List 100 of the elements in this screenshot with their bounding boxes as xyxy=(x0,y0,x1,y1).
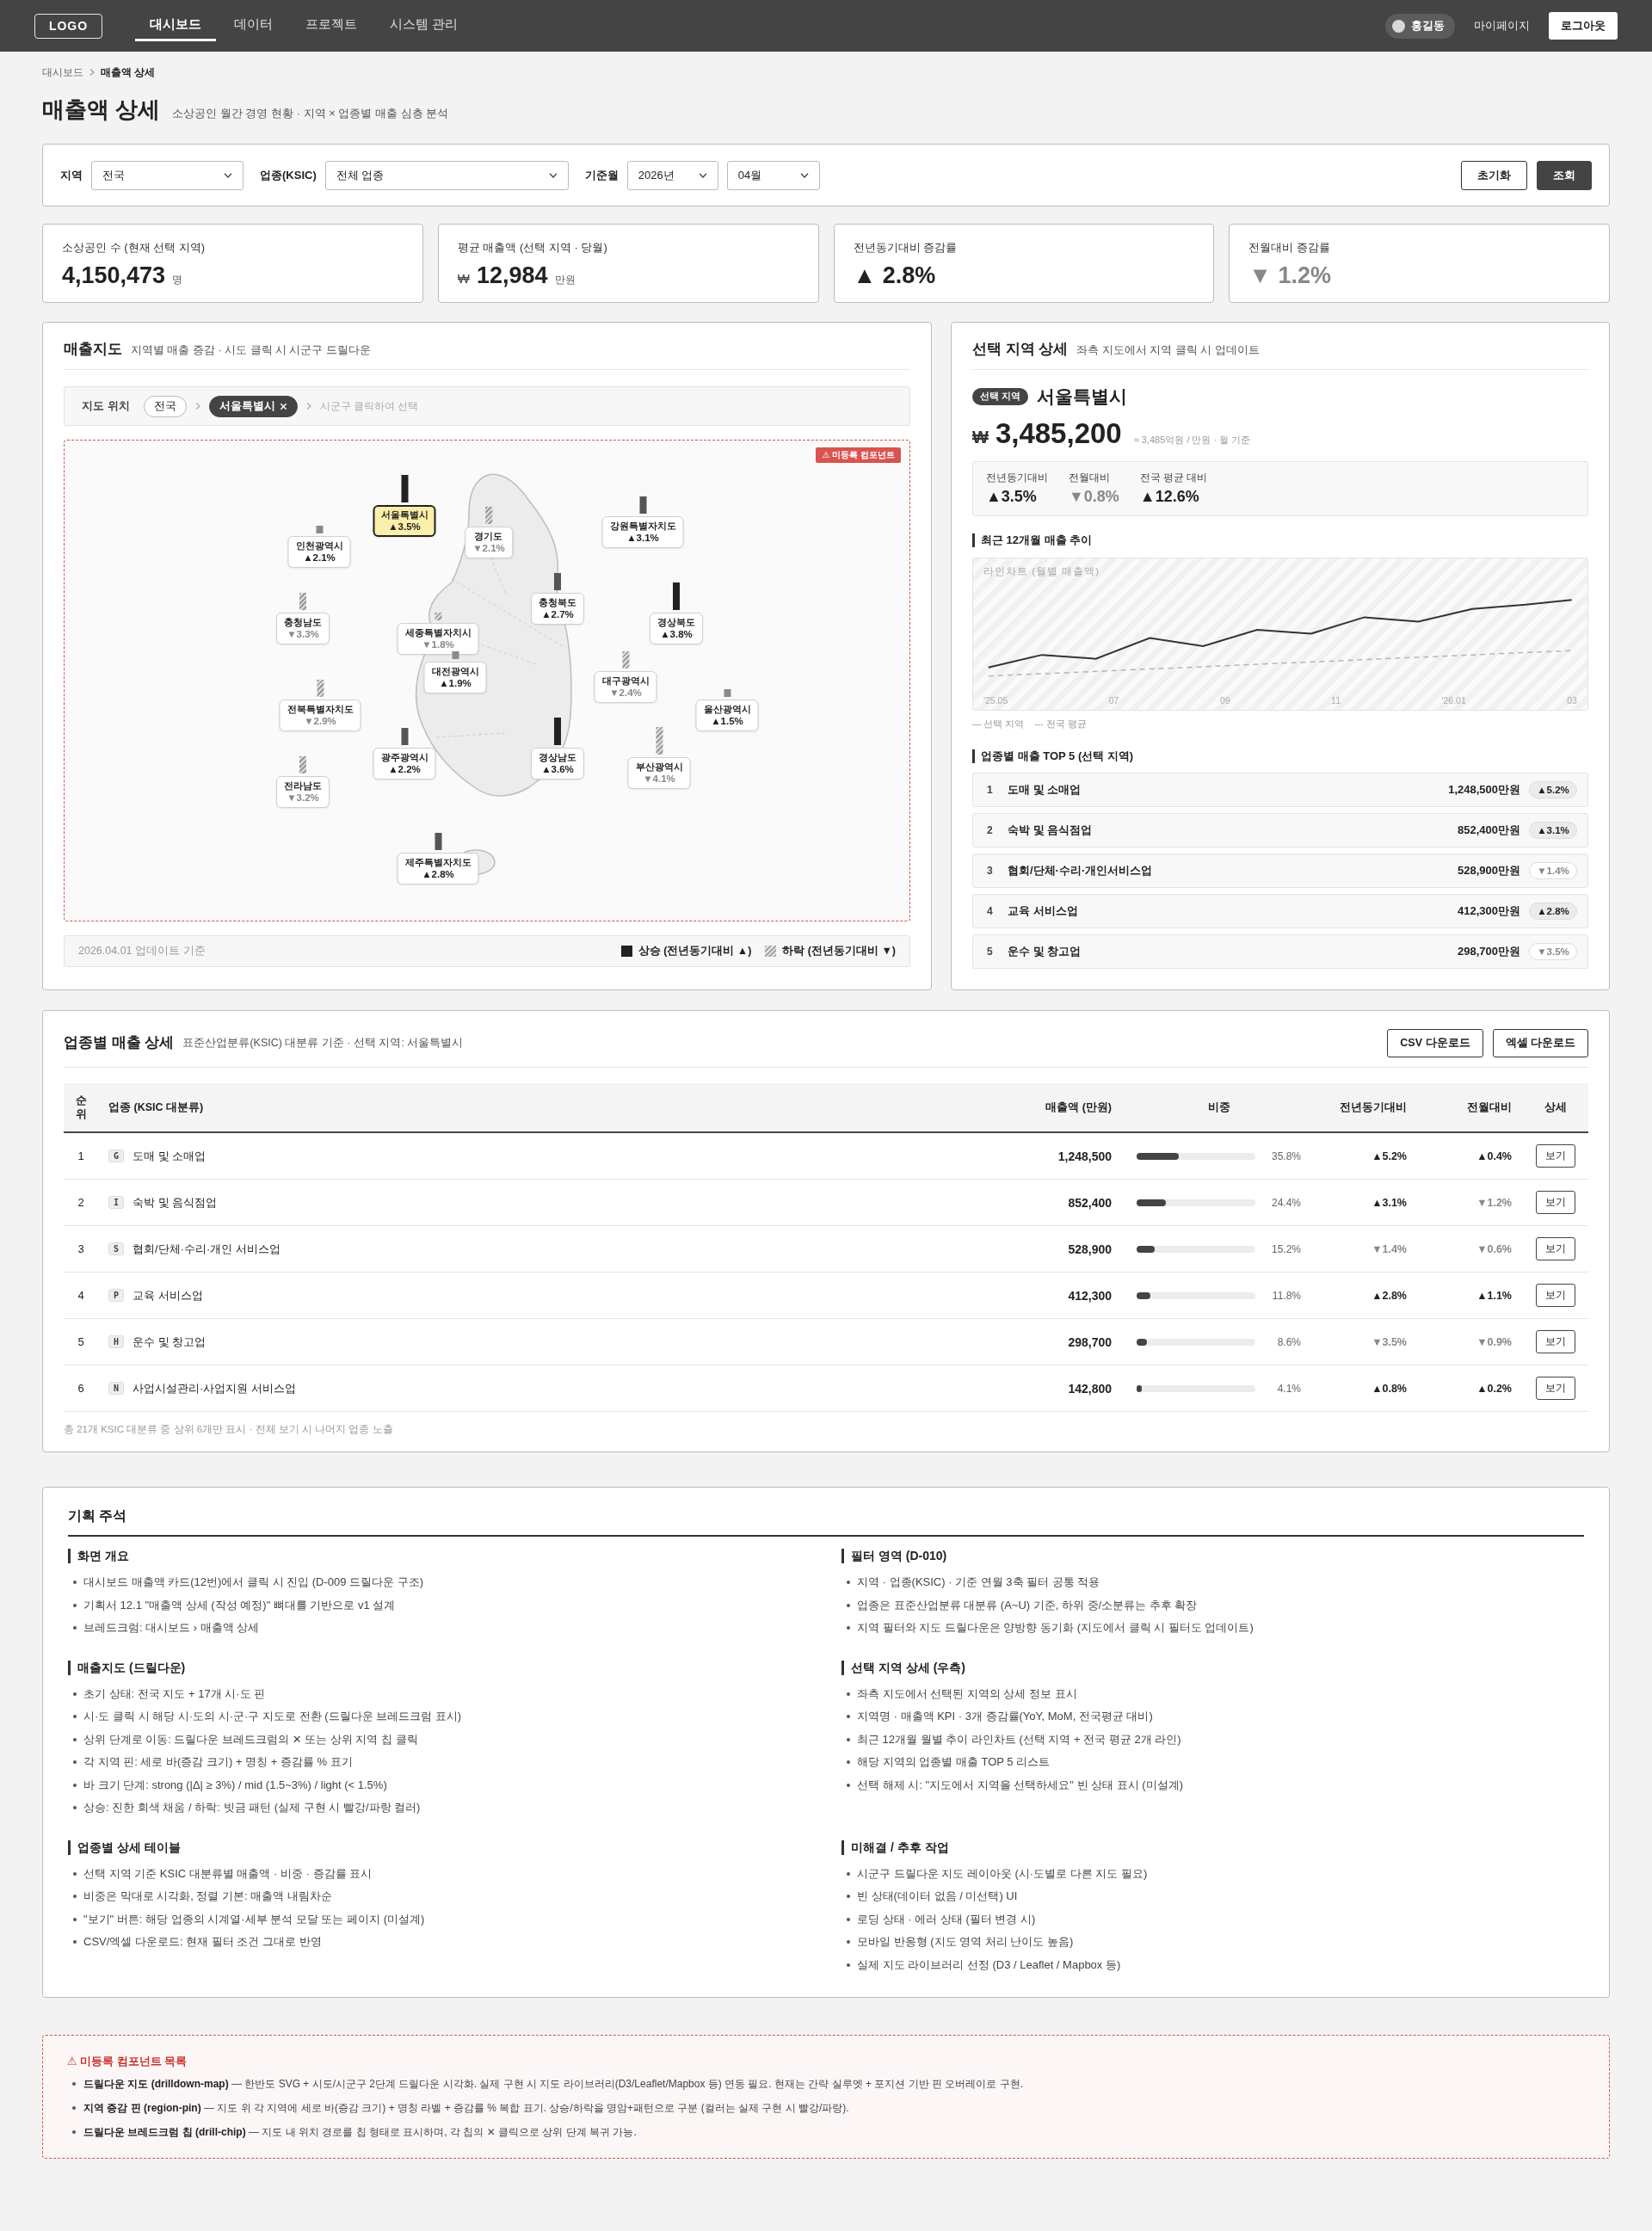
industry-code-tag: P xyxy=(108,1289,125,1302)
breadcrumb-link[interactable]: 대시보드 xyxy=(42,65,83,80)
note-text: 상승: 진한 회색 채움 / 하락: 빗금 패턴 (실제 구현 시 빨강/파랑 컬러) xyxy=(83,1800,421,1816)
column-header: 전월대비 xyxy=(1417,1083,1522,1132)
note-text: 업종은 표준산업분류 대분류 (A~U) 기준, 하위 중/소분류는 추후 확장 xyxy=(857,1597,1198,1613)
bullet-icon xyxy=(73,1783,77,1787)
region-pin[interactable]: 전라남도 ▼3.2% xyxy=(276,776,330,808)
region-pin[interactable]: 부산광역시 ▼4.1% xyxy=(627,757,691,789)
breadcrumb-current: 매출액 상세 xyxy=(101,65,156,80)
yoy-change: ▲3.1% xyxy=(1372,1197,1407,1209)
metric-label: 전월대비 xyxy=(1069,471,1110,484)
note-text: 브레드크럼: 대시보드 › 매출액 상세 xyxy=(83,1620,260,1636)
industry-select[interactable]: 전체 업종 xyxy=(324,160,569,190)
line-legend-label: --- 전국 평균 xyxy=(1034,718,1087,730)
region-select[interactable]: 전국 xyxy=(91,160,243,190)
view-button[interactable]: 보기 xyxy=(1535,1330,1575,1353)
sales-amount: 142,800 xyxy=(1068,1381,1112,1396)
month-select[interactable]: 04월 xyxy=(726,160,820,190)
location-chip[interactable]: 전국 xyxy=(143,395,187,417)
nav-tab[interactable]: 시스템 관리 xyxy=(375,10,473,41)
industry-code-tag: I xyxy=(108,1196,125,1209)
view-button[interactable]: 보기 xyxy=(1535,1377,1575,1400)
section-heading: 선택 지역 상세 (우측) xyxy=(841,1660,965,1675)
region-pin[interactable]: 강원특별자치도 ▲3.1% xyxy=(601,516,684,548)
nav-tab[interactable]: 대시보드 xyxy=(135,10,216,41)
view-button[interactable]: 보기 xyxy=(1535,1191,1575,1214)
reset-button[interactable]: 초기화 xyxy=(1461,160,1527,190)
panel-subtitle: 좌측 지도에서 지역 클릭 시 업데이트 xyxy=(1076,343,1260,358)
region-pin[interactable]: 경상남도 ▲3.6% xyxy=(531,748,584,780)
note-text: 최근 12개월 월별 추이 라인차트 (선택 지역 + 전국 평균 2개 라인) xyxy=(857,1731,1181,1747)
industry-code-tag: H xyxy=(108,1335,125,1348)
region-pin[interactable]: 광주광역시 ▲2.2% xyxy=(373,748,436,780)
rank-number: 4 xyxy=(77,1289,84,1302)
region-pin[interactable]: 대전광역시 ▲1.9% xyxy=(423,662,487,693)
selected-region-badge: 선택 지역 xyxy=(972,388,1028,405)
location-chip[interactable]: 서울특별시 xyxy=(208,395,298,417)
user-menu-button[interactable]: 홍길동 xyxy=(1385,13,1455,39)
region-pin[interactable]: 제주특별자치도 ▲2.8% xyxy=(397,853,479,884)
chevron-right-icon xyxy=(194,403,200,410)
mypage-link[interactable]: 마이페이지 xyxy=(1474,18,1530,34)
industry-name: 사업시설관리·사업지원 서비스업 xyxy=(133,1380,296,1396)
bullet-icon xyxy=(847,1603,850,1607)
industry-name: 숙박 및 음식점업 xyxy=(133,1194,218,1211)
bullet-icon xyxy=(73,1692,77,1696)
note-text: 실제 지도 라이브러리 선정 (D3 / Leaflet / Mapbox 등) xyxy=(857,1957,1121,1973)
close-icon[interactable] xyxy=(279,402,287,410)
view-button[interactable]: 보기 xyxy=(1535,1237,1575,1260)
bullet-icon xyxy=(73,1581,77,1585)
bullet-icon xyxy=(847,1783,850,1787)
nav-tab[interactable]: 데이터 xyxy=(219,10,287,41)
section-heading: 업종별 매출 TOP 5 (선택 지역) xyxy=(972,749,1134,763)
logout-button[interactable]: 로그아웃 xyxy=(1549,12,1618,40)
section-heading: 미해결 / 추후 작업 xyxy=(841,1840,949,1855)
region-pin[interactable]: 인천광역시 ▲2.1% xyxy=(287,536,351,568)
kpi-value: ▲ 2.8% xyxy=(853,262,936,290)
share-percent: 24.4% xyxy=(1270,1196,1301,1209)
region-pin[interactable]: 울산광역시 ▲1.5% xyxy=(695,699,759,731)
industry-name: 도매 및 소매업 xyxy=(1008,782,1082,798)
region-pin[interactable]: 경기도 ▼2.1% xyxy=(465,527,513,558)
location-hint: 시군구 클릭하여 선택 xyxy=(319,398,419,414)
note-text: CSV/엑셀 다운로드: 현재 필터 조건 그대로 반영 xyxy=(83,1934,322,1951)
industry-name: 도매 및 소매업 xyxy=(133,1148,206,1164)
panel-title: 업종별 매출 상세 xyxy=(64,1033,175,1052)
line-legend-label: — 선택 지역 xyxy=(972,718,1025,730)
region-pin[interactable]: 대구광역시 ▼2.4% xyxy=(594,671,657,703)
yoy-change: ▲5.2% xyxy=(1372,1150,1407,1162)
year-select[interactable]: 2026년 xyxy=(626,160,718,190)
chart-label: 라인차트 (월별 매출액) xyxy=(983,565,1100,578)
rank-number: 1 xyxy=(987,784,994,796)
region-pin[interactable]: 전북특별자치도 ▼2.9% xyxy=(279,699,361,731)
share-percent: 11.8% xyxy=(1271,1289,1301,1302)
bullet-icon xyxy=(847,1760,850,1765)
search-button[interactable]: 조회 xyxy=(1537,160,1592,190)
region-pin[interactable]: 세종특별자치시 ▼1.8% xyxy=(397,623,479,655)
note-text: 대시보드 매출액 카드(12번)에서 클릭 시 진입 (D-009 드릴다운 구조) xyxy=(83,1575,424,1591)
share-percent: 8.6% xyxy=(1276,1335,1301,1348)
download-button[interactable]: 엑셀 다운로드 xyxy=(1492,1028,1588,1057)
view-button[interactable]: 보기 xyxy=(1535,1284,1575,1307)
column-header: 비중 xyxy=(1122,1083,1316,1132)
region-pin[interactable]: 충청남도 ▼3.3% xyxy=(276,613,330,644)
note-text: 로딩 상태 · 에러 상태 (필터 변경 시) xyxy=(857,1911,1036,1927)
region-pin[interactable]: 충청북도 ▲2.7% xyxy=(531,593,584,625)
sales-amount: 3,485,200 xyxy=(995,416,1122,451)
chevron-down-icon xyxy=(799,172,809,178)
download-button[interactable]: CSV 다운로드 xyxy=(1387,1028,1483,1057)
bullet-icon xyxy=(73,1760,77,1765)
panel-subtitle: 표준산업분류(KSIC) 대분류 기준 · 선택 지역: 서울특별시 xyxy=(182,1035,464,1051)
region-pin[interactable]: 서울특별시 ▲3.5% xyxy=(373,505,436,537)
view-button[interactable]: 보기 xyxy=(1535,1144,1575,1168)
kpi-label: 전월대비 증감률 xyxy=(1248,240,1330,256)
bullet-icon xyxy=(847,1917,850,1921)
note-text: 각 지역 핀: 세로 바(증감 크기) + 명칭 + 증감률 % 표기 xyxy=(83,1754,353,1771)
rank-number: 6 xyxy=(77,1382,84,1395)
axis-label: '26.01 xyxy=(1441,695,1466,706)
nav-tab[interactable]: 프로젝트 xyxy=(291,10,372,41)
unregistered-badge: ⚠ 미등록 컴포넌트 xyxy=(816,447,901,463)
industry-name: 숙박 및 음식점업 xyxy=(1008,823,1093,838)
note-text: 지역명 · 매출액 KPI · 3개 증감률(YoY, MoM, 전국평균 대비) xyxy=(857,1709,1153,1725)
mom-change: ▼0.9% xyxy=(1476,1336,1512,1348)
region-pin[interactable]: 경상북도 ▲3.8% xyxy=(650,613,703,644)
